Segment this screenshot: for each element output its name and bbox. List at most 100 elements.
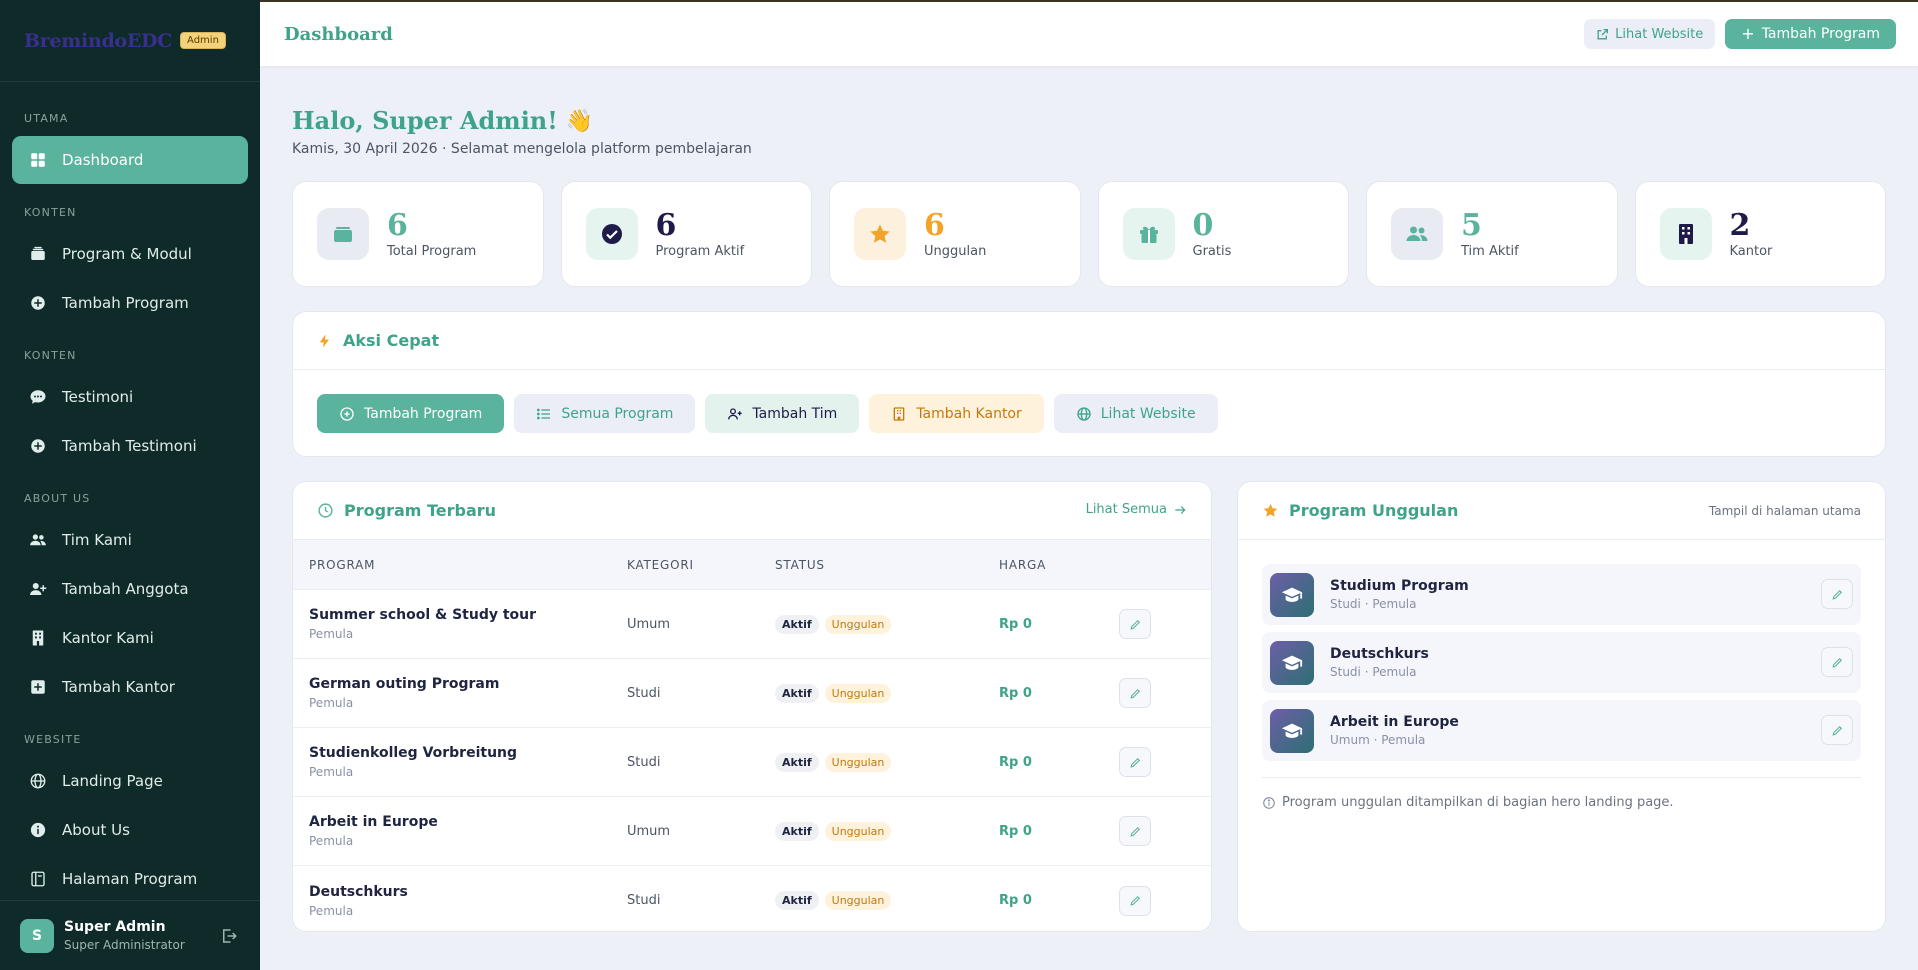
table-row[interactable]: Deutschkurs Pemula Studi Aktif Unggulan Rp… xyxy=(293,866,1211,935)
sidebar-item-tambah-testimoni[interactable]: Tambah Testimoni xyxy=(12,422,248,470)
graduation-cap-icon xyxy=(1270,572,1314,617)
program-level: Pemula xyxy=(309,627,354,641)
edit-button[interactable] xyxy=(1119,885,1151,916)
program-name: Arbeit in Europe xyxy=(309,814,438,830)
status-badge: Aktif xyxy=(775,683,819,703)
featured-meta: Studi · Pemula xyxy=(1330,665,1417,679)
user-name: Super Admin xyxy=(64,919,166,935)
layers-icon xyxy=(28,244,48,264)
edit-button[interactable] xyxy=(1119,816,1151,846)
quick-add-office-button[interactable]: Tambah Kantor xyxy=(869,394,1044,433)
sidebar-item-program-modul[interactable]: Program & Modul xyxy=(12,230,248,278)
section-label: UTAMA xyxy=(24,112,69,125)
sidebar-item-label: Tim Kami xyxy=(62,531,132,549)
plus-circle-icon xyxy=(340,406,354,421)
list-item[interactable]: Studium Program Studi · Pemula xyxy=(1262,564,1861,625)
add-program-button[interactable]: + Tambah Program xyxy=(1725,19,1896,49)
table-row[interactable]: Arbeit in Europe Pemula Umum Aktif Unggula… xyxy=(293,797,1211,866)
user-profile[interactable]: S Super Admin Super Administrator xyxy=(0,900,260,970)
star-icon xyxy=(854,208,906,260)
table-row[interactable]: Summer school & Study tour Pemula Umum Ak… xyxy=(293,590,1211,659)
stat-value: 6 xyxy=(387,207,408,243)
program-level: Pemula xyxy=(309,834,354,848)
pencil-icon xyxy=(1831,589,1842,600)
sidebar-item-label: Kantor Kami xyxy=(62,629,154,647)
star-icon xyxy=(1263,503,1278,517)
sidebar-item-about-us[interactable]: About Us xyxy=(12,806,248,854)
table-row[interactable]: German outing Program Pemula Studi Aktif U… xyxy=(293,659,1211,728)
stat-card-kantor: 2 Kantor xyxy=(1634,181,1886,287)
pencil-icon xyxy=(1129,757,1140,768)
stat-label: Kantor xyxy=(1729,243,1773,259)
sidebar-item-landing-page[interactable]: Landing Page xyxy=(12,757,248,805)
graduation-cap-icon xyxy=(1270,640,1314,685)
grid-icon xyxy=(28,150,48,170)
building-icon xyxy=(28,628,48,648)
users-icon xyxy=(1391,208,1443,260)
sidebar-item-testimoni[interactable]: Testimoni xyxy=(12,373,248,421)
arrow-right-icon xyxy=(1175,505,1186,514)
edit-button[interactable] xyxy=(1119,609,1151,639)
stat-card-tim-aktif: 5 Tim Aktif xyxy=(1366,181,1618,287)
user-role: Super Administrator xyxy=(64,938,185,952)
logout-icon[interactable] xyxy=(220,927,238,945)
program-category: Studi xyxy=(627,754,661,770)
sidebar-item-tambah-program[interactable]: Tambah Program xyxy=(12,279,248,327)
column-header: HARGA xyxy=(999,557,1047,572)
featured-programs-card: Program Unggulan Tampil di halaman utama… xyxy=(1237,481,1886,932)
quick-action-label: Tambah Tim xyxy=(752,405,838,422)
featured-hint: Tampil di halaman utama xyxy=(1708,504,1861,518)
featured-badge: Unggulan xyxy=(824,683,892,703)
list-item[interactable]: Deutschkurs Studi · Pemula xyxy=(1262,632,1861,693)
add-program-label: Tambah Program xyxy=(1761,26,1880,42)
greeting: Halo, Super Admin! 👋 xyxy=(292,106,1886,135)
external-link-icon xyxy=(1597,28,1609,39)
sidebar-item-tambah-anggota[interactable]: Tambah Anggota xyxy=(12,565,248,613)
edit-button[interactable] xyxy=(1821,579,1853,609)
sidebar-item-kantor-kami[interactable]: Kantor Kami xyxy=(12,614,248,662)
view-website-button[interactable]: Lihat Website xyxy=(1584,19,1716,49)
stat-value: 6 xyxy=(924,207,945,243)
brand[interactable]: BremindoEDC Admin xyxy=(0,0,260,82)
users-icon xyxy=(28,530,48,550)
stat-card-program-aktif: 6 Program Aktif xyxy=(560,181,812,287)
chat-bubble-icon xyxy=(28,387,48,407)
stack-icon xyxy=(317,208,369,260)
quick-all-programs-button[interactable]: Semua Program xyxy=(514,394,696,433)
edit-button[interactable] xyxy=(1821,715,1853,745)
sidebar-item-tambah-kantor[interactable]: Tambah Kantor xyxy=(12,663,248,711)
pencil-icon xyxy=(1831,657,1842,668)
edit-button[interactable] xyxy=(1119,678,1151,708)
main-content: Halo, Super Admin! 👋 Kamis, 30 April 202… xyxy=(292,66,1886,932)
featured-note: Program unggulan ditampilkan di bagian h… xyxy=(1262,777,1861,810)
section-label: WEBSITE xyxy=(24,733,82,746)
program-price: Rp 0 xyxy=(999,893,1032,908)
greeting-subtitle: Kamis, 30 April 2026 · Selamat mengelola… xyxy=(292,141,752,157)
see-all-link[interactable]: Lihat Semua xyxy=(1086,502,1187,517)
edit-button[interactable] xyxy=(1821,647,1853,677)
program-category: Umum xyxy=(627,616,671,632)
featured-name: Studium Program xyxy=(1330,578,1469,594)
featured-meta: Umum · Pemula xyxy=(1330,733,1426,747)
program-price: Rp 0 xyxy=(999,616,1032,632)
status-badge: Aktif xyxy=(775,752,819,772)
see-all-label: Lihat Semua xyxy=(1085,502,1167,517)
quick-view-website-button[interactable]: Lihat Website xyxy=(1053,394,1218,433)
view-website-label: Lihat Website xyxy=(1615,26,1704,42)
plus-circle-icon xyxy=(28,293,48,313)
sidebar-item-dashboard[interactable]: Dashboard xyxy=(12,136,248,184)
quick-add-program-button[interactable]: Tambah Program xyxy=(317,394,505,433)
building-icon xyxy=(893,406,905,421)
program-category: Umum xyxy=(627,823,671,839)
quick-action-label: Tambah Program xyxy=(364,405,483,422)
wave-emoji: 👋 xyxy=(565,107,594,134)
program-category: Studi xyxy=(627,685,661,701)
sidebar-item-label: Tambah Program xyxy=(62,294,189,312)
quick-add-team-button[interactable]: Tambah Tim xyxy=(705,394,860,433)
sidebar-item-halaman-program[interactable]: Halaman Program xyxy=(12,855,248,903)
table-row[interactable]: Studienkolleg Vorbreitung Pemula Studi Ak… xyxy=(293,728,1211,797)
list-item[interactable]: Arbeit in Europe Umum · Pemula xyxy=(1262,700,1861,761)
program-price: Rp 0 xyxy=(999,823,1032,839)
edit-button[interactable] xyxy=(1119,747,1151,777)
sidebar-item-tim-kami[interactable]: Tim Kami xyxy=(12,516,248,564)
